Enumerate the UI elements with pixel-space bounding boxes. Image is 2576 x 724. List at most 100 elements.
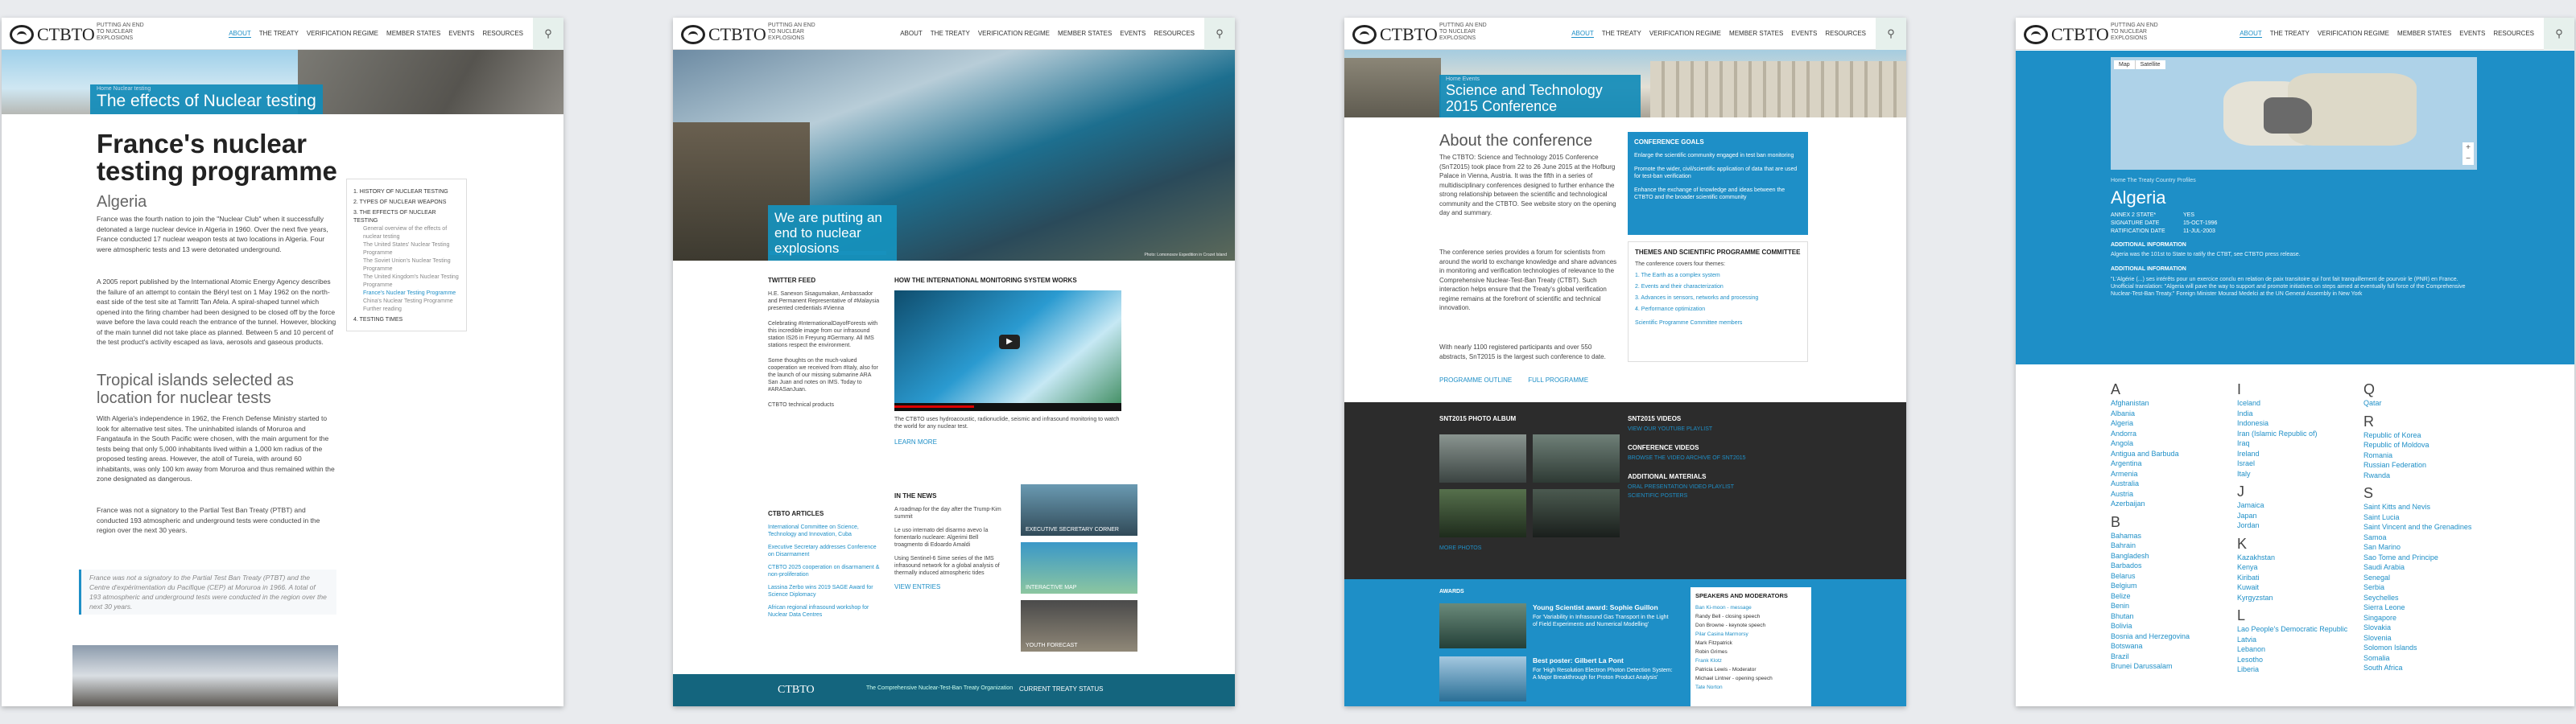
tile-youth-forecast[interactable]: YOUTH FORECAST xyxy=(1021,600,1137,652)
speaker-item[interactable]: Mark Fitzpatrick xyxy=(1695,639,1806,648)
album-photo[interactable] xyxy=(1533,434,1620,483)
country-link[interactable]: Bhutan xyxy=(2111,611,2223,622)
country-link[interactable]: Sao Tome and Principe xyxy=(2363,553,2484,563)
speaker-item[interactable]: Frank Klotz xyxy=(1695,656,1806,665)
article-link[interactable]: African regional infrasound workshop for… xyxy=(768,604,881,619)
country-link[interactable]: Kyrgyzstan xyxy=(2237,593,2358,603)
nav-verification[interactable]: VERIFICATION REGIME xyxy=(307,30,378,38)
nav-member-states[interactable]: MEMBER STATES xyxy=(1729,30,1783,38)
country-link[interactable]: Bahrain xyxy=(2111,541,2223,551)
nav-treaty[interactable]: THE TREATY xyxy=(259,30,299,38)
toc-item[interactable]: The United States' Nuclear Testing Progr… xyxy=(353,241,460,257)
nav-events[interactable]: EVENTS xyxy=(1120,30,1146,37)
country-link[interactable]: Bangladesh xyxy=(2111,551,2223,562)
country-link[interactable]: Saudi Arabia xyxy=(2363,562,2484,573)
nav-about[interactable]: ABOUT xyxy=(900,30,923,37)
theme-link[interactable]: 1. The Earth as a complex system xyxy=(1635,272,1801,279)
breadcrumb[interactable]: Home Nuclear testing xyxy=(97,86,316,92)
theme-link[interactable]: 3. Advances in sensors, networks and pro… xyxy=(1635,294,1801,302)
tweet[interactable]: Some thoughts on the much-valued coopera… xyxy=(768,357,881,393)
toc-item[interactable]: 2. TYPES OF NUCLEAR WEAPONS xyxy=(353,199,460,207)
search-button[interactable]: ⚲ xyxy=(2544,18,2574,50)
speaker-item[interactable]: Michael Lintner - opening speech xyxy=(1695,674,1806,683)
nav-about[interactable]: ABOUT xyxy=(2240,30,2262,38)
country-link[interactable]: Republic of Moldova xyxy=(2363,440,2484,450)
country-link[interactable]: Angola xyxy=(2111,438,2223,449)
country-link[interactable]: Brunei Darussalam xyxy=(2111,661,2223,672)
footer-logo[interactable]: CTBTO xyxy=(778,684,815,697)
country-link[interactable]: Belarus xyxy=(2111,571,2223,582)
country-link[interactable]: Kazakhstan xyxy=(2237,553,2358,563)
search-button[interactable]: ⚲ xyxy=(1876,18,1906,50)
nav-treaty[interactable]: THE TREATY xyxy=(931,30,970,37)
tile-executive-secretary[interactable]: EXECUTIVE SECRETARY CORNER xyxy=(1021,484,1137,536)
country-link[interactable]: Australia xyxy=(2111,479,2223,489)
nav-events[interactable]: EVENTS xyxy=(2459,30,2485,38)
country-link[interactable]: Samoa xyxy=(2363,533,2484,543)
country-link[interactable]: Slovenia xyxy=(2363,633,2484,644)
country-link[interactable]: Solomon Islands xyxy=(2363,643,2484,653)
tweet[interactable]: CTBTO technical products xyxy=(768,401,881,409)
scientific-posters-link[interactable]: SCIENTIFIC POSTERS xyxy=(1628,493,1687,499)
nav-member-states[interactable]: MEMBER STATES xyxy=(1058,30,1112,37)
country-link[interactable]: Kiribati xyxy=(2237,573,2358,583)
country-link[interactable]: Iraq xyxy=(2237,438,2358,449)
country-link[interactable]: Serbia xyxy=(2363,582,2484,593)
country-link[interactable]: Rwanda xyxy=(2363,471,2484,481)
more-photos-link[interactable]: MORE PHOTOS xyxy=(1439,545,1481,551)
album-photo[interactable] xyxy=(1533,489,1620,537)
country-link[interactable]: Antigua and Barbuda xyxy=(2111,449,2223,459)
country-link[interactable]: Iceland xyxy=(2237,398,2358,409)
country-map[interactable]: Map Satellite + − xyxy=(2111,57,2477,170)
toc-item[interactable]: Further reading xyxy=(353,306,460,314)
country-link[interactable]: Ireland xyxy=(2237,449,2358,459)
country-link[interactable]: Benin xyxy=(2111,601,2223,611)
nav-treaty[interactable]: THE TREATY xyxy=(2270,30,2310,38)
zoom-controls[interactable]: + − xyxy=(2462,142,2474,165)
nav-resources[interactable]: RESOURCES xyxy=(2493,30,2534,38)
nav-verification[interactable]: VERIFICATION REGIME xyxy=(1649,30,1721,38)
speaker-item[interactable]: Pilar Casina Marmorsy xyxy=(1695,630,1806,639)
play-icon[interactable]: ▶ xyxy=(999,335,1020,349)
satellite-button[interactable]: Satellite xyxy=(2136,60,2165,69)
speaker-item[interactable]: Randy Bell - closing speech xyxy=(1695,612,1806,621)
speaker-item[interactable]: Tate Norton xyxy=(1695,683,1806,692)
country-link[interactable]: Japan xyxy=(2237,511,2358,521)
video-archive-link[interactable]: BROWSE THE VIDEO ARCHIVE OF SNT2015 xyxy=(1628,455,1746,461)
breadcrumb[interactable]: Home The Treaty Country Profiles xyxy=(2111,178,2196,183)
country-link[interactable]: Jordan xyxy=(2237,520,2358,531)
award-item[interactable]: Best poster: Gilbert La Pont For 'High R… xyxy=(1533,656,1674,681)
tile-interactive-map[interactable]: INTERACTIVE MAP xyxy=(1021,542,1137,594)
country-link[interactable]: Seychelles xyxy=(2363,593,2484,603)
article-link[interactable]: CTBTO 2025 cooperation on disarmament & … xyxy=(768,564,881,578)
toc-item[interactable]: 1. HISTORY OF NUCLEAR TESTING xyxy=(353,188,460,196)
search-button[interactable]: ⚲ xyxy=(1204,18,1235,50)
ctbto-logo[interactable]: CTBTO xyxy=(10,24,95,45)
ctbto-logo[interactable]: CTBTO xyxy=(1352,24,1438,45)
country-link[interactable]: Italy xyxy=(2237,469,2358,479)
nav-resources[interactable]: RESOURCES xyxy=(1154,30,1195,37)
programme-outline-link[interactable]: PROGRAMME OUTLINE xyxy=(1439,376,1512,384)
toc-item[interactable]: China's Nuclear Testing Programme xyxy=(353,298,460,306)
speaker-item[interactable]: Robin Grimes xyxy=(1695,648,1806,656)
award-item[interactable]: Young Scientist award: Sophie Guillon Fo… xyxy=(1533,603,1674,628)
country-link[interactable]: Kenya xyxy=(2237,562,2358,573)
country-link[interactable]: Liberia xyxy=(2237,664,2358,675)
country-link[interactable]: Lebanon xyxy=(2237,644,2358,655)
album-photo[interactable] xyxy=(1439,434,1526,483)
toc-item[interactable]: The Soviet Union's Nuclear Testing Progr… xyxy=(353,257,460,274)
nav-verification[interactable]: VERIFICATION REGIME xyxy=(2318,30,2389,38)
speaker-item[interactable]: Patricia Lewis - Moderator xyxy=(1695,665,1806,674)
breadcrumb[interactable]: Home Events xyxy=(1446,76,1634,82)
country-link[interactable]: Somalia xyxy=(2363,653,2484,664)
country-link[interactable]: Qatar xyxy=(2363,398,2484,409)
tweet[interactable]: Celebrating #InternationalDayofForests w… xyxy=(768,320,881,349)
country-link[interactable]: Russian Federation xyxy=(2363,460,2484,471)
country-link[interactable]: Azerbaijan xyxy=(2111,499,2223,509)
country-link[interactable]: Bosnia and Herzegovina xyxy=(2111,631,2223,642)
video-player[interactable]: ▶ xyxy=(894,290,1121,411)
country-link[interactable]: Slovakia xyxy=(2363,623,2484,633)
nav-treaty[interactable]: THE TREATY xyxy=(1602,30,1641,38)
country-link[interactable]: Belize xyxy=(2111,591,2223,602)
country-link[interactable]: Bolivia xyxy=(2111,621,2223,631)
